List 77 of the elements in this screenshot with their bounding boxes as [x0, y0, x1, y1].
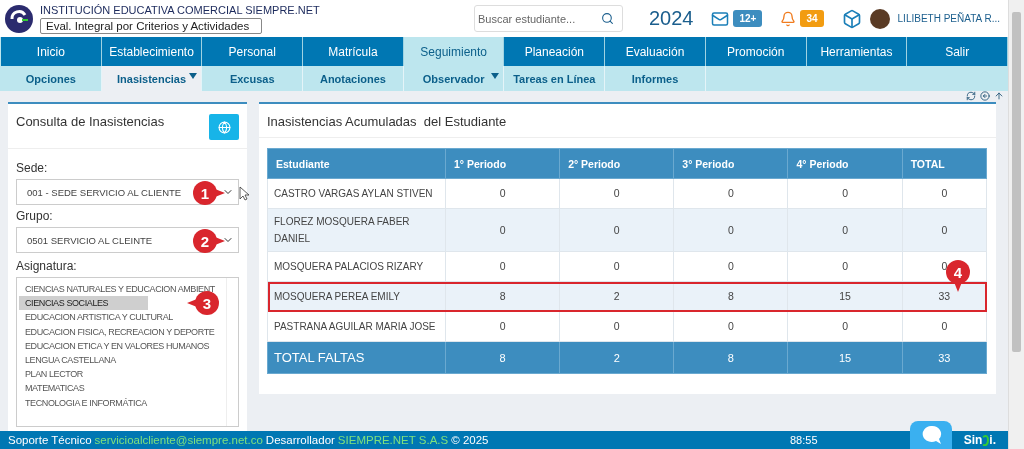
field-label: Asignatura: [16, 259, 78, 273]
nav-tab[interactable]: Personal [202, 37, 304, 66]
table-cell: 0 [787, 178, 903, 209]
nav-tab[interactable]: Planeación [504, 37, 606, 66]
table-cell: 0 [902, 178, 987, 209]
column-header: 3° Periodo [673, 148, 788, 179]
table-cell: 0 [787, 311, 903, 342]
table-cell: 15 [787, 341, 903, 374]
subject-option[interactable]: CIENCIAS SOCIALES [19, 296, 149, 311]
table-cell: 0 [673, 311, 788, 342]
numbered-callout: 2 [193, 229, 225, 253]
table-cell: 0 [673, 208, 788, 252]
subject-option[interactable]: PLAN LECTOR [19, 367, 83, 382]
table-cell: 0 [559, 251, 674, 282]
column-header: 4° Periodo [787, 148, 903, 179]
field-label: Sede: [16, 161, 49, 175]
alert-count-badge: 34 [800, 10, 824, 27]
column-header: TOTAL [902, 148, 987, 179]
table-cell: FLOREZ MOSQUERA FABER DANIEL [267, 208, 446, 252]
nav-tab[interactable]: Matrícula [303, 37, 404, 66]
table-cell: 0 [445, 311, 560, 342]
student-search-field[interactable]: Buscar estudiante... [473, 5, 623, 32]
table-cell: TOTAL FALTAS [267, 341, 446, 374]
table-cell: 0 [673, 178, 788, 209]
table-cell: MOSQUERA PALACIOS RIZARY [267, 251, 446, 282]
table-cell: 0 [787, 208, 903, 252]
table-cell: 0 [559, 208, 674, 252]
table-cell: 0 [559, 311, 674, 342]
session-timer: 88:55 [790, 434, 818, 446]
table-cell: 8 [445, 341, 560, 374]
nav-tab[interactable]: Inicio [1, 37, 102, 66]
subject-option[interactable]: MATEMATICAS [19, 381, 85, 396]
subject-option[interactable]: TECNOLOGIA E INFORMÁTICA [19, 395, 147, 410]
column-header: 1° Periodo [445, 148, 560, 179]
field-label: Grupo: [16, 209, 54, 223]
copyright-text: © 2025 [451, 434, 489, 446]
developer-link[interactable]: SIEMPRE.NET S.A.S [337, 434, 449, 446]
subject-option[interactable]: EDUCACION FISICA, RECREACION Y DEPORTE [19, 324, 215, 339]
support-email-link[interactable]: servicioalcliente@siempre.net.co [94, 434, 263, 446]
dropdown-select[interactable]: 001 - SEDE SERVICIO AL CLIENTE 1 [16, 179, 239, 205]
nav-tab[interactable]: Promoción [705, 37, 807, 66]
table-cell: 0 [445, 178, 560, 209]
table-cell: 0 [902, 208, 987, 252]
table-cell: MOSQUERA PEREA EMILY [267, 281, 446, 312]
subject-option[interactable]: EDUCACION ARTISTICA Y CULTURAL [19, 310, 173, 325]
dropdown-select[interactable]: 0501 SERVICIO AL CLEINTE 2 [16, 227, 239, 253]
table-cell: 33 [902, 341, 987, 374]
table-cell: CASTRO VARGAS AYLAN STIVEN [267, 178, 446, 209]
panel-title: Consulta de Inasistencias [16, 114, 165, 129]
year-label: 2024 [648, 7, 694, 30]
nav-tab[interactable]: Salir [907, 37, 1008, 66]
nav-tab[interactable]: Herramientas [806, 37, 908, 66]
sub-nav-tab[interactable]: Inasistencias [101, 66, 203, 91]
nav-tab[interactable]: Establecimiento [101, 37, 203, 66]
message-count-badge: 12+ [733, 10, 763, 27]
table-cell: 0 [787, 251, 903, 282]
table-cell: 2 [559, 341, 674, 374]
column-header: 2° Periodo [559, 148, 674, 179]
table-cell: 0 [445, 208, 560, 252]
footer-text: Soporte Técnico [8, 434, 92, 446]
brand-logo: Sin i. [963, 433, 996, 447]
column-header: Estudiante [267, 148, 446, 179]
subject-option[interactable]: LENGUA CASTELLANA [19, 353, 116, 368]
table-cell: 0 [559, 178, 674, 209]
evaluation-mode-select[interactable]: Eval. Integral por Criterios y Actividades [40, 17, 262, 34]
panel-title: Inasistencias Acumuladas del Estudiante [267, 114, 507, 129]
table-cell: 0 [902, 311, 987, 342]
table-cell: PASTRANA AGUILAR MARIA JOSE [267, 311, 446, 342]
subject-option[interactable]: EDUCACION ETICA Y EN VALORES HUMANOS [19, 338, 210, 353]
table-cell: 0 [445, 251, 560, 282]
table-cell: 8 [673, 341, 788, 374]
user-name[interactable]: LILIBETH PEÑATA R... [897, 13, 1000, 24]
numbered-callout: 1 [193, 181, 225, 205]
footer-text: Desarrollador [265, 434, 335, 446]
school-name: INSTITUCIÓN EDUCATIVA COMERCIAL SIEMPRE.NET [40, 3, 320, 16]
nav-tab[interactable]: Evaluación [605, 37, 706, 66]
table-cell: 0 [673, 251, 788, 282]
